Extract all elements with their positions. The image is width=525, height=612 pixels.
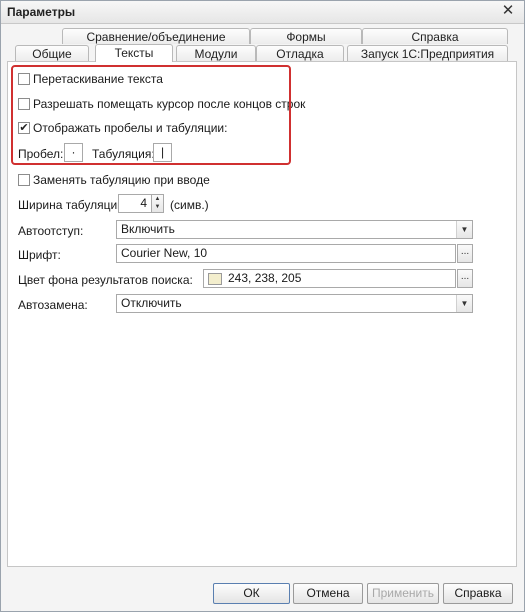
autoindent-dropdown-icon[interactable]: ▼	[456, 221, 472, 238]
replace-tabs-checkbox[interactable]	[18, 174, 30, 186]
tab-symbol-field[interactable]: |	[153, 143, 172, 162]
drag-text-checkbox[interactable]	[18, 73, 30, 85]
tab-width-unit: (симв.)	[170, 198, 209, 212]
space-symbol-field[interactable]: ·	[64, 143, 83, 162]
texts-tab-panel	[7, 61, 517, 567]
close-icon[interactable]: ✕	[500, 3, 516, 19]
spin-down-icon[interactable]: ▼	[152, 203, 163, 211]
tab-debug[interactable]: Отладка	[256, 45, 344, 61]
window-title: Параметры	[7, 5, 76, 19]
autoreplace-label: Автозамена:	[18, 298, 88, 312]
search-bg-label: Цвет фона результатов поиска:	[18, 273, 193, 287]
allow-cursor-checkbox[interactable]	[18, 98, 30, 110]
autoindent-select[interactable]: Включить ▼	[116, 220, 473, 239]
tab-symbol-label: Табуляция:	[92, 147, 155, 161]
tab-help[interactable]: Справка	[362, 28, 508, 44]
apply-button[interactable]: Применить	[367, 583, 439, 604]
font-field[interactable]: Courier New, 10	[116, 244, 456, 263]
ok-button[interactable]: ОК	[213, 583, 290, 604]
tab-width-spinner[interactable]: ▲ ▼	[152, 194, 164, 213]
drag-text-label: Перетаскивание текста	[33, 72, 163, 86]
space-label: Пробел:	[18, 147, 64, 161]
font-label: Шрифт:	[18, 248, 61, 262]
allow-cursor-label: Разрешать помещать курсор после концов с…	[33, 97, 306, 111]
font-select-button[interactable]: ...	[457, 244, 473, 263]
autoreplace-dropdown-icon[interactable]: ▼	[456, 295, 472, 312]
tab-compare-merge[interactable]: Сравнение/объединение	[62, 28, 250, 44]
tab-forms[interactable]: Формы	[250, 28, 362, 44]
tab-launch-enterprise[interactable]: Запуск 1С:Предприятия	[347, 45, 508, 61]
search-bg-select-button[interactable]: ...	[457, 269, 473, 288]
cancel-button[interactable]: Отмена	[293, 583, 363, 604]
autoreplace-select[interactable]: Отключить ▼	[116, 294, 473, 313]
tab-texts[interactable]: Тексты	[95, 44, 173, 62]
autoindent-label: Автоотступ:	[18, 224, 84, 238]
search-bg-field[interactable]: 243, 238, 205	[203, 269, 456, 288]
tab-width-input[interactable]: 4	[118, 194, 152, 213]
tab-width-label: Ширина табуляции:	[18, 198, 128, 212]
autoreplace-value: Отключить	[121, 296, 182, 310]
replace-tabs-label: Заменять табуляцию при вводе	[33, 173, 210, 187]
search-bg-swatch	[208, 273, 222, 285]
tab-general[interactable]: Общие	[15, 45, 89, 61]
spin-up-icon[interactable]: ▲	[152, 195, 163, 203]
title-bar: Параметры ✕	[1, 1, 524, 24]
tab-modules[interactable]: Модули	[176, 45, 256, 61]
autoindent-value: Включить	[121, 222, 175, 236]
show-whitespace-label: Отображать пробелы и табуляции:	[33, 121, 228, 135]
show-whitespace-checkbox[interactable]: ✔	[18, 122, 30, 134]
help-button[interactable]: Справка	[443, 583, 513, 604]
